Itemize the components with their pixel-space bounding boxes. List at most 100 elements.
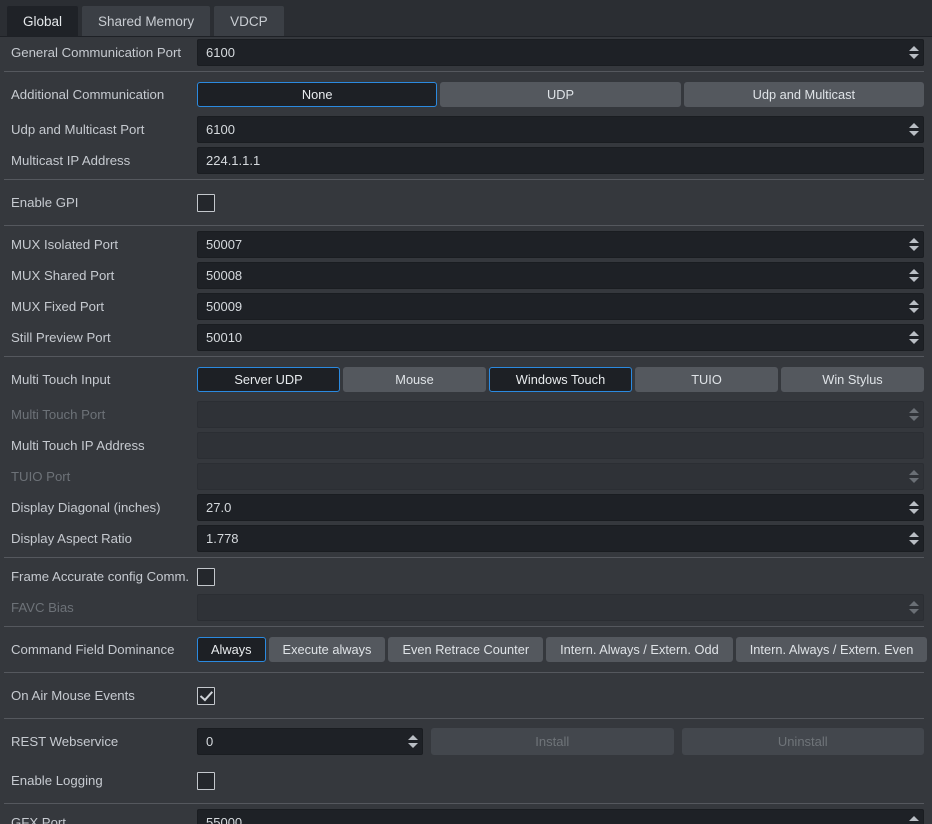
segment-multi-touch-mouse[interactable]: Mouse — [343, 367, 486, 392]
label-multi-touch-port: Multi Touch Port — [11, 407, 197, 422]
spinner-display-aspect-ratio[interactable] — [905, 527, 922, 550]
segmented-command-field-dominance: Always Execute always Even Retrace Count… — [197, 637, 927, 662]
label-still-preview-port: Still Preview Port — [11, 330, 197, 345]
spinbox-mux-shared-port[interactable]: 50008 — [197, 262, 924, 289]
divider — [4, 356, 924, 357]
spinner-gfx-port[interactable] — [905, 811, 922, 824]
checkbox-enable-logging[interactable] — [197, 772, 215, 790]
tab-vdcp-label: VDCP — [230, 14, 268, 29]
segment-cfd-intern-always-extern-odd[interactable]: Intern. Always / Extern. Odd — [546, 637, 733, 662]
spinbox-gfx-port[interactable]: 55000 — [197, 809, 924, 824]
divider — [4, 718, 924, 719]
label-rest-webservice: REST Webservice — [11, 734, 197, 749]
spinner-still-preview-port[interactable] — [905, 326, 922, 349]
row-additional-communication: Additional Communication None UDP Udp an… — [0, 75, 932, 114]
row-mux-shared-port: MUX Shared Port 50008 — [0, 260, 932, 291]
spinbox-display-aspect-ratio[interactable]: 1.778 — [197, 525, 924, 552]
segment-multi-touch-tuio[interactable]: TUIO — [635, 367, 778, 392]
value-rest-webservice: 0 — [198, 734, 213, 749]
spinbox-favc-bias — [197, 594, 924, 621]
value-mux-fixed-port: 50009 — [198, 299, 242, 314]
label-enable-gpi: Enable GPI — [11, 195, 197, 210]
divider — [4, 557, 924, 558]
spinner-mux-shared-port[interactable] — [905, 264, 922, 287]
spinbox-tuio-port — [197, 463, 924, 490]
label-on-air-mouse-events: On Air Mouse Events — [11, 688, 197, 703]
segment-additional-communication-none[interactable]: None — [197, 82, 437, 107]
spinbox-general-communication-port[interactable]: 6100 — [197, 39, 924, 66]
spinbox-rest-webservice[interactable]: 0 — [197, 728, 423, 755]
label-display-aspect-ratio: Display Aspect Ratio — [11, 531, 197, 546]
label-additional-communication: Additional Communication — [11, 87, 197, 102]
segmented-additional-communication: None UDP Udp and Multicast — [197, 82, 924, 107]
segment-cfd-even-retrace-counter[interactable]: Even Retrace Counter — [388, 637, 543, 662]
row-frame-accurate-config-comm: Frame Accurate config Comm. — [0, 561, 932, 592]
tab-shared-memory-label: Shared Memory — [98, 14, 194, 29]
label-general-communication-port: General Communication Port — [11, 45, 197, 60]
spinner-general-communication-port[interactable] — [905, 41, 922, 64]
row-mux-isolated-port: MUX Isolated Port 50007 — [0, 229, 932, 260]
label-gfx-port: GFX Port — [11, 815, 197, 824]
label-multicast-ip-address: Multicast IP Address — [11, 153, 197, 168]
divider — [4, 179, 924, 180]
label-command-field-dominance: Command Field Dominance — [11, 642, 197, 657]
value-still-preview-port: 50010 — [198, 330, 242, 345]
value-general-communication-port: 6100 — [198, 45, 235, 60]
spinbox-mux-fixed-port[interactable]: 50009 — [197, 293, 924, 320]
label-udp-and-multicast-port: Udp and Multicast Port — [11, 122, 197, 137]
value-udp-and-multicast-port: 6100 — [198, 122, 235, 137]
spinner-display-diagonal[interactable] — [905, 496, 922, 519]
label-multi-touch-ip-address: Multi Touch IP Address — [11, 438, 197, 453]
spinner-rest-webservice[interactable] — [404, 730, 421, 753]
value-display-aspect-ratio: 1.778 — [198, 531, 239, 546]
segment-cfd-always[interactable]: Always — [197, 637, 266, 662]
segment-multi-touch-win-stylus[interactable]: Win Stylus — [781, 367, 924, 392]
segment-multi-touch-server-udp[interactable]: Server UDP — [197, 367, 340, 392]
tab-bar: Global Shared Memory VDCP — [0, 0, 932, 37]
row-on-air-mouse-events: On Air Mouse Events — [0, 676, 932, 715]
segment-additional-communication-udp-multicast[interactable]: Udp and Multicast — [684, 82, 924, 107]
spinner-tuio-port — [905, 465, 922, 488]
checkbox-enable-gpi[interactable] — [197, 194, 215, 212]
segment-additional-communication-udp[interactable]: UDP — [440, 82, 680, 107]
label-frame-accurate-config-comm: Frame Accurate config Comm. — [11, 569, 197, 584]
row-gfx-port: GFX Port 55000 — [0, 807, 932, 824]
label-enable-logging: Enable Logging — [11, 773, 197, 788]
segmented-multi-touch-input: Server UDP Mouse Windows Touch TUIO Win … — [197, 367, 924, 392]
spinbox-display-diagonal[interactable]: 27.0 — [197, 494, 924, 521]
value-gfx-port: 55000 — [198, 815, 242, 824]
tab-global[interactable]: Global — [6, 5, 79, 36]
spinner-mux-fixed-port[interactable] — [905, 295, 922, 318]
checkbox-frame-accurate-config-comm[interactable] — [197, 568, 215, 586]
tab-vdcp[interactable]: VDCP — [213, 5, 285, 36]
divider — [4, 803, 924, 804]
row-display-aspect-ratio: Display Aspect Ratio 1.778 — [0, 523, 932, 554]
segment-cfd-intern-always-extern-even[interactable]: Intern. Always / Extern. Even — [736, 637, 928, 662]
settings-form: General Communication Port 6100 Addition… — [0, 37, 932, 824]
spinbox-udp-and-multicast-port[interactable]: 6100 — [197, 116, 924, 143]
checkbox-wrap-frame-accurate-config-comm — [197, 568, 924, 586]
spinner-udp-and-multicast-port[interactable] — [905, 118, 922, 141]
checkbox-on-air-mouse-events[interactable] — [197, 687, 215, 705]
segment-multi-touch-windows-touch[interactable]: Windows Touch — [489, 367, 632, 392]
row-enable-gpi: Enable GPI — [0, 183, 932, 222]
uninstall-button[interactable]: Uninstall — [682, 728, 925, 755]
tab-shared-memory[interactable]: Shared Memory — [81, 5, 211, 36]
spinner-multi-touch-port — [905, 403, 922, 426]
label-mux-fixed-port: MUX Fixed Port — [11, 299, 197, 314]
row-multi-touch-ip-address: Multi Touch IP Address — [0, 430, 932, 461]
spinbox-mux-isolated-port[interactable]: 50007 — [197, 231, 924, 258]
input-multicast-ip-address[interactable]: 224.1.1.1 — [197, 147, 924, 174]
spinbox-still-preview-port[interactable]: 50010 — [197, 324, 924, 351]
row-general-communication-port: General Communication Port 6100 — [0, 37, 932, 68]
segment-cfd-execute-always[interactable]: Execute always — [269, 637, 386, 662]
row-enable-logging: Enable Logging — [0, 761, 932, 800]
input-multi-touch-ip-address[interactable] — [197, 432, 924, 459]
install-button[interactable]: Install — [431, 728, 674, 755]
row-favc-bias: FAVC Bias — [0, 592, 932, 623]
row-udp-and-multicast-port: Udp and Multicast Port 6100 — [0, 114, 932, 145]
row-mux-fixed-port: MUX Fixed Port 50009 — [0, 291, 932, 322]
value-multicast-ip-address: 224.1.1.1 — [198, 153, 260, 168]
label-multi-touch-input: Multi Touch Input — [11, 372, 197, 387]
spinner-mux-isolated-port[interactable] — [905, 233, 922, 256]
